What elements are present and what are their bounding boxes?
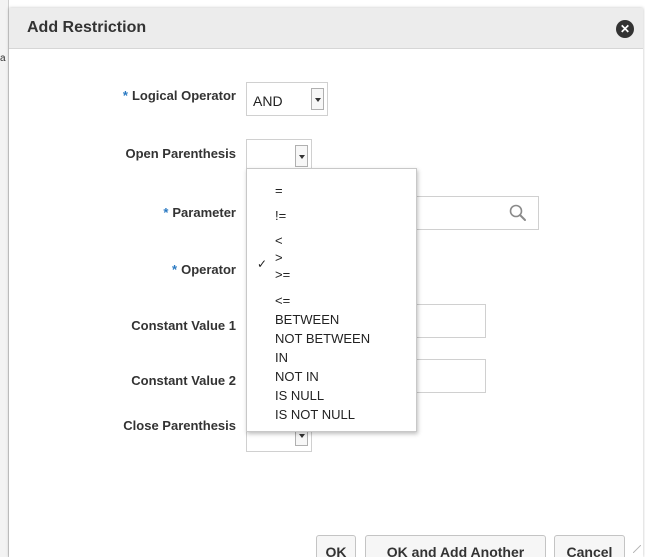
required-marker: *	[122, 88, 128, 103]
resize-handle[interactable]	[633, 545, 641, 553]
operator-option[interactable]: <=	[275, 293, 290, 309]
background-text: a	[0, 53, 6, 64]
operator-option[interactable]: >=	[275, 267, 290, 283]
dialog-title-bar: Add Restriction ✕	[9, 8, 643, 49]
chevron-down-icon[interactable]	[295, 145, 308, 167]
logical-operator-label: * Logical Operator	[123, 88, 236, 103]
operator-option[interactable]: BETWEEN	[275, 312, 339, 328]
parameter-label: * Parameter	[163, 205, 236, 220]
operator-option[interactable]: IN	[275, 350, 288, 366]
close-parenthesis-label: Close Parenthesis	[123, 418, 236, 433]
operator-option[interactable]: !=	[275, 208, 286, 224]
logical-operator-label-text: Logical Operator	[131, 88, 236, 103]
operator-option[interactable]: NOT IN	[275, 369, 319, 385]
constant-value-2-label: Constant Value 2	[131, 373, 236, 388]
check-icon: ✓	[257, 257, 268, 271]
logical-operator-select[interactable]: AND	[246, 82, 328, 116]
operator-label-text: Operator	[181, 262, 236, 277]
background-window-edge: a	[0, 0, 9, 557]
close-parenthesis-label-text: Close Parenthesis	[123, 418, 236, 433]
constant-value-1-label-text: Constant Value 1	[131, 318, 236, 333]
cancel-button[interactable]: Cancel	[554, 535, 625, 557]
required-marker: *	[172, 262, 178, 277]
open-parenthesis-label: Open Parenthesis	[125, 146, 236, 161]
operator-option[interactable]: <	[275, 233, 283, 249]
open-parenthesis-label-text: Open Parenthesis	[125, 146, 236, 161]
chevron-down-icon[interactable]	[311, 88, 324, 110]
page: a Add Restriction ✕ * Logical Operator AN…	[0, 0, 645, 557]
constant-value-2-label-text: Constant Value 2	[131, 373, 236, 388]
ok-button[interactable]: OK	[316, 535, 356, 557]
dialog-title: Add Restriction	[27, 19, 147, 36]
operator-option[interactable]: NOT BETWEEN	[275, 331, 370, 347]
search-icon[interactable]	[508, 203, 528, 223]
parameter-label-text: Parameter	[172, 205, 236, 220]
operator-option-selected[interactable]: >	[275, 250, 283, 266]
operator-option[interactable]: IS NULL	[275, 388, 324, 404]
close-icon[interactable]: ✕	[616, 20, 634, 38]
constant-value-1-label: Constant Value 1	[131, 318, 236, 333]
operator-label: * Operator	[172, 262, 236, 277]
operator-dropdown-list[interactable]: ✓ = != < > >= <= BETWEEN NOT BETWEEN IN …	[246, 168, 417, 432]
required-marker: *	[163, 205, 169, 220]
logical-operator-value: AND	[253, 93, 283, 109]
operator-option[interactable]: IS NOT NULL	[275, 407, 355, 423]
ok-and-add-another-button[interactable]: OK and Add Another	[365, 535, 546, 557]
operator-option[interactable]: =	[275, 183, 283, 199]
